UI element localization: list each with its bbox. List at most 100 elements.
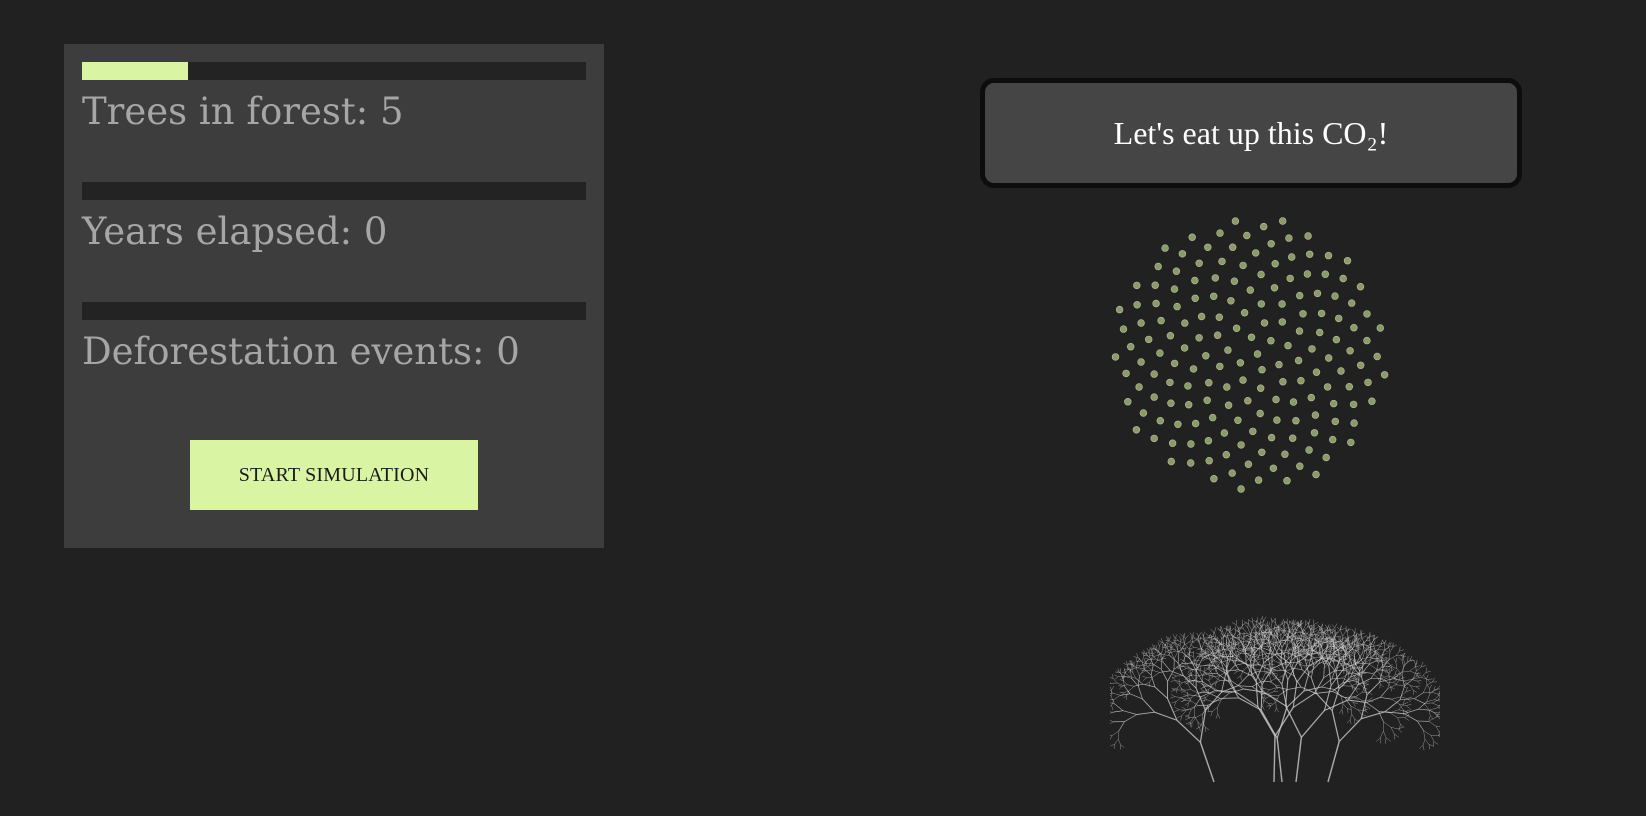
co2-particle — [1296, 291, 1304, 300]
co2-particle — [1204, 243, 1212, 251]
co2-particle — [1269, 464, 1278, 472]
tree-branch — [1346, 708, 1349, 713]
tree-branch — [1323, 664, 1325, 678]
co2-particle — [1289, 398, 1298, 406]
tree-branch — [1380, 661, 1385, 664]
tree-branch — [1118, 730, 1120, 740]
tree-branch — [1280, 631, 1285, 634]
tree-branch — [1129, 693, 1143, 700]
co2-particle — [1278, 318, 1287, 326]
tree-branch — [1181, 666, 1190, 668]
tree-branch — [1189, 675, 1190, 682]
tree-branch — [1311, 654, 1316, 660]
tree-branch — [1196, 649, 1202, 651]
tree-branch — [1178, 640, 1185, 644]
tree-branch — [1385, 643, 1389, 647]
tree-branch — [1382, 667, 1388, 671]
tree-branch — [1201, 665, 1213, 667]
start-simulation-button[interactable]: START SIMULATION — [190, 440, 478, 510]
tree-branch — [1426, 684, 1430, 689]
tree-branch — [1174, 696, 1182, 698]
trees-label-text: Trees in forest: — [82, 90, 380, 133]
co2-particle — [1127, 343, 1135, 351]
tree-branch — [1418, 708, 1430, 711]
tree-branch — [1136, 653, 1139, 658]
tree-branch — [1192, 638, 1198, 643]
co2-particle — [1311, 411, 1320, 419]
tree-branch — [1274, 708, 1277, 713]
tree-branch — [1212, 707, 1218, 712]
tree-branch — [1349, 714, 1352, 720]
tree-branch — [1136, 668, 1140, 676]
tree-branch — [1347, 708, 1352, 711]
co2-particle — [1178, 250, 1187, 258]
tree-branch — [1376, 652, 1378, 658]
tree-branch — [1387, 671, 1392, 677]
tree-branch — [1362, 643, 1367, 646]
tree-branch — [1422, 739, 1426, 746]
tree-branch — [1403, 699, 1405, 705]
co2-particle — [1191, 294, 1199, 303]
co2-particle — [1283, 477, 1291, 485]
tree-branch — [1306, 660, 1309, 664]
co2-particle — [1111, 353, 1120, 361]
tree-branch — [1206, 672, 1218, 674]
tree-branch — [1210, 628, 1215, 633]
tree-branch — [1185, 700, 1192, 702]
co2-particle — [1170, 285, 1179, 293]
tree-branch — [1148, 647, 1151, 652]
co2-particle — [1267, 337, 1275, 345]
tree-branch — [1328, 665, 1332, 686]
tree-branch — [1208, 664, 1210, 670]
tree-branch — [1390, 727, 1399, 730]
tree-branch — [1283, 649, 1290, 652]
tree-branch — [1390, 668, 1395, 672]
tree-branch — [1389, 645, 1395, 647]
tree-branch — [1348, 671, 1351, 675]
tree-branch — [1388, 651, 1391, 660]
tree-branch — [1438, 705, 1440, 708]
co2-particle — [1167, 399, 1175, 407]
tree-branch — [1270, 622, 1273, 630]
co2-particle — [1144, 335, 1153, 344]
co2-particle — [1332, 335, 1341, 344]
tree-branch — [1404, 660, 1411, 665]
tree-branch — [1126, 666, 1129, 670]
tree-branch — [1389, 712, 1398, 718]
tree-branch — [1187, 684, 1191, 690]
tree-branch — [1120, 744, 1125, 748]
tree-branch — [1238, 641, 1240, 647]
tree-branch — [1188, 653, 1194, 657]
tree-branch — [1427, 679, 1431, 684]
years-stat-label: Years elapsed: 0 — [82, 210, 586, 254]
tree-branch — [1425, 671, 1431, 673]
tree-branch — [1203, 697, 1206, 703]
co2-particle — [1119, 325, 1128, 333]
tree-branch — [1273, 687, 1277, 692]
tree-branch — [1128, 686, 1135, 692]
tree-branch — [1341, 703, 1344, 710]
tree-branch — [1293, 624, 1297, 630]
co2-particle — [1205, 379, 1213, 387]
tree-branch — [1159, 670, 1171, 673]
co2-particle — [1215, 313, 1224, 321]
tree-branch — [1184, 689, 1191, 691]
tree-branch — [1395, 655, 1402, 656]
co2-particle — [1188, 233, 1196, 241]
tree-canopy-icon — [1110, 615, 1440, 783]
co2-particle — [1173, 302, 1181, 311]
tree-branch — [1432, 699, 1439, 704]
tree-branch — [1223, 627, 1229, 631]
co2-particle — [1236, 359, 1245, 367]
tree-branch — [1195, 713, 1203, 718]
tree-branch — [1155, 645, 1158, 650]
tree-branch — [1110, 686, 1112, 691]
tree-branch — [1379, 683, 1381, 689]
tree-branch — [1188, 669, 1193, 672]
co2-particle — [1368, 397, 1376, 405]
co2-particle — [1124, 398, 1132, 406]
co2-particle — [1346, 347, 1354, 355]
trees-stat: Trees in forest: 5 — [82, 62, 586, 134]
tree-branch — [1321, 647, 1327, 654]
stats-panel: Trees in forest: 5 Years elapsed: 0 Defo… — [64, 44, 604, 548]
